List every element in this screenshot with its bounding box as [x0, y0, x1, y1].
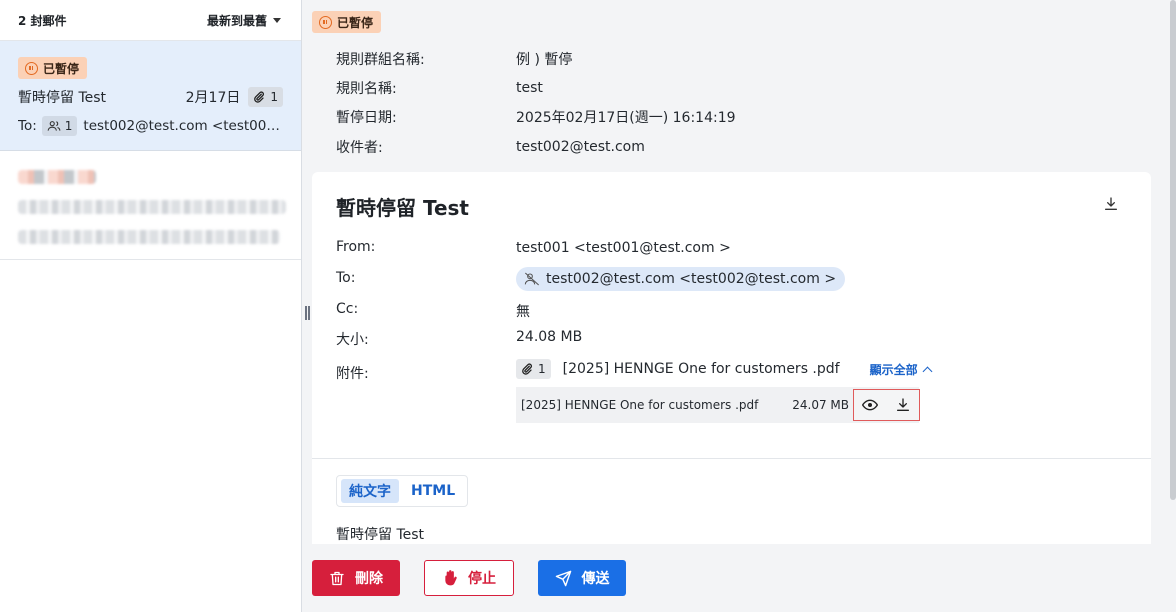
sort-dropdown[interactable]: 最新到最舊: [207, 12, 281, 29]
status-badge: 已暫停: [312, 11, 382, 33]
users-icon: [47, 121, 61, 131]
pause-icon: [25, 61, 38, 75]
attachment-count-chip: 1: [248, 87, 283, 107]
attachment-count: 1: [270, 90, 278, 104]
message-card: 暫時停留 Test From: test001 <test001@test.co…: [312, 172, 1151, 544]
delete-button[interactable]: 刪除: [312, 560, 400, 596]
mail-count: 2 封郵件: [18, 13, 67, 28]
mail-recipient: test002@test.com <test002@…: [83, 118, 283, 134]
to-label: To:: [336, 270, 356, 286]
send-icon: [555, 570, 571, 586]
send-label: 傳送: [581, 571, 610, 587]
stop-label: 停止: [468, 571, 496, 587]
mail-subject: 暫時停留 Test: [18, 90, 107, 106]
meta-key: 暫停日期:: [336, 110, 397, 127]
body-format-tabs: 純文字 HTML: [336, 475, 469, 507]
file-name: [2025] HENNGE One for customers .pdf: [521, 398, 759, 412]
meta-row: 規則群組名稱: 例 ) 暫停: [336, 44, 1136, 73]
redacted-list-item[interactable]: [0, 152, 301, 260]
recipient-address: test002@test.com <test002@test.com >: [546, 271, 837, 287]
mail-list-header: 2 封郵件 最新到最舊: [0, 0, 301, 41]
status-badge-label: 已暫停: [43, 61, 80, 76]
sort-label: 最新到最舊: [206, 13, 267, 28]
meta-row: 收件者: test002@test.com: [336, 132, 1136, 161]
paperclip-icon: [522, 363, 532, 375]
status-badge: 已暫停: [18, 57, 88, 79]
show-all-toggle[interactable]: 顯示全部: [869, 361, 933, 378]
meta-key: 規則名稱:: [336, 80, 397, 97]
to-value: test002@test.com <test002@test.com >: [516, 267, 846, 291]
recipient-pill[interactable]: test002@test.com <test002@test.com >: [516, 267, 846, 291]
meta-row: 規則名稱: test: [336, 73, 1136, 102]
size-label: 大小:: [336, 332, 369, 348]
attachment-summary: 1 [2025] HENNGE One for customers .pdf 顯…: [516, 359, 933, 379]
status-badge-label: 已暫停: [337, 15, 374, 30]
caret-down-icon: [273, 17, 281, 23]
message-body: 暫時停留 Test: [336, 527, 425, 543]
size-value: 24.08 MB: [516, 329, 583, 345]
meta-value: test002@test.com: [516, 138, 645, 155]
trash-icon: [330, 571, 344, 585]
meta-row: 暫停日期: 2025年02月17日(週一) 16:14:19: [336, 103, 1136, 132]
detail-status: 已暫停: [312, 11, 382, 33]
meta-value: test: [516, 79, 543, 96]
recipient-count-chip: 1: [41, 116, 78, 136]
send-button[interactable]: 傳送: [538, 560, 626, 596]
pane-resize-handle[interactable]: [304, 306, 310, 320]
download-message-button[interactable]: [1103, 196, 1121, 214]
cc-value: 無: [516, 304, 530, 320]
recipient-count: 1: [64, 119, 73, 133]
file-actions: [853, 389, 920, 421]
from-value: test001 <test001@test.com >: [516, 240, 731, 256]
message-title: 暫時停留 Test: [336, 196, 469, 220]
tab-plain-text[interactable]: 純文字: [341, 479, 399, 503]
mail-date: 2月17日: [185, 90, 241, 106]
meta-key: 收件者:: [336, 139, 383, 156]
paperclip-icon: [254, 91, 265, 103]
meta-key: 規則群組名稱:: [336, 51, 425, 68]
attachment-count: 1: [538, 362, 546, 376]
show-all-label: 顯示全部: [869, 362, 918, 377]
attachment-label: 附件:: [336, 366, 369, 382]
meta-value: 2025年02月17日(週一) 16:14:19: [516, 110, 736, 127]
cc-label: Cc:: [336, 301, 359, 317]
mail-list-pane: 2 封郵件 最新到最舊 已暫停 暫時停留 Test 2月17日 1 To: 1 …: [0, 0, 302, 612]
attachment-file-row: [2025] HENNGE One for customers .pdf 24.…: [516, 387, 920, 423]
to-label: To:: [18, 118, 37, 134]
from-label: From:: [336, 239, 376, 255]
attachment-name: [2025] HENNGE One for customers .pdf: [562, 361, 840, 377]
divider: [312, 458, 1151, 459]
rule-meta: 規則群組名稱: 例 ) 暫停 規則名稱: test 暫停日期: 2025年02月17日…: [336, 44, 1136, 161]
redacted-line: [18, 170, 96, 184]
download-icon: [1105, 197, 1117, 210]
meta-value: 例 ) 暫停: [516, 51, 573, 68]
chevron-up-icon: [922, 366, 933, 376]
pause-icon: [319, 15, 332, 29]
file-size: 24.07 MB: [792, 398, 849, 412]
download-icon[interactable]: [895, 397, 911, 413]
mail-list-item[interactable]: 已暫停 暫時停留 Test 2月17日 1 To: 1 test002@test…: [0, 41, 301, 151]
users-off-icon: [524, 272, 540, 286]
scrollbar[interactable]: [1170, 0, 1176, 500]
attachment-count-chip: 1: [516, 359, 551, 379]
tab-html[interactable]: HTML: [403, 479, 463, 503]
stop-button[interactable]: 停止: [424, 560, 514, 596]
hand-stop-icon: [445, 570, 457, 586]
redacted-line: [18, 230, 280, 244]
action-bar: 刪除 停止 傳送: [302, 544, 1176, 612]
redacted-line: [18, 200, 286, 214]
delete-label: 刪除: [355, 571, 383, 587]
eye-icon[interactable]: [862, 398, 879, 412]
